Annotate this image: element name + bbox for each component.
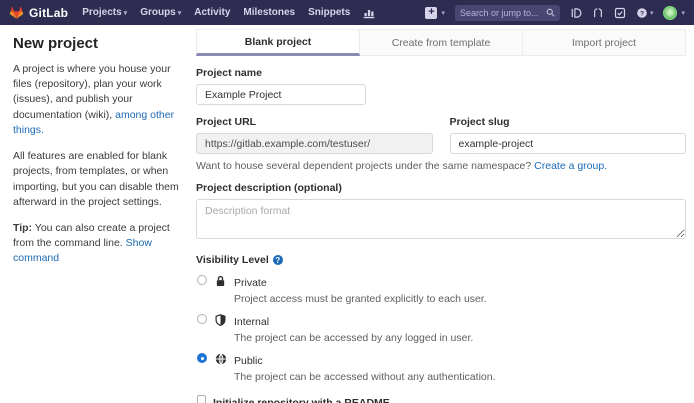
project-slug-label: Project slug bbox=[450, 116, 687, 128]
merge-request-icon[interactable] bbox=[592, 7, 604, 19]
new-menu-button[interactable]: +▾ bbox=[425, 7, 445, 19]
logo-text: GitLab bbox=[29, 6, 68, 20]
namespace-hint: Want to house several dependent projects… bbox=[196, 160, 686, 172]
chevron-down-icon: ▾ bbox=[124, 10, 128, 17]
main-panel: Blank project Create from template Impor… bbox=[196, 25, 686, 403]
lock-icon bbox=[215, 274, 227, 292]
visibility-option-internal[interactable]: Internal The project can be accessed by … bbox=[196, 312, 686, 344]
tab-create-from-template[interactable]: Create from template bbox=[360, 29, 523, 56]
readme-option[interactable]: Initialize repository with a README Allo… bbox=[196, 393, 686, 403]
visibility-option-name: Private bbox=[234, 277, 267, 289]
visibility-option-description: The project can be accessed by any logge… bbox=[234, 332, 473, 344]
page-title: New project bbox=[13, 35, 186, 52]
sidebar: New project A project is where you house… bbox=[0, 25, 196, 278]
gitlab-logo[interactable]: GitLab bbox=[9, 5, 68, 20]
chevron-down-icon: ▾ bbox=[681, 9, 685, 17]
project-name-label: Project name bbox=[196, 67, 686, 79]
project-description-textarea[interactable] bbox=[196, 199, 686, 239]
project-url-input[interactable] bbox=[196, 133, 433, 154]
search-input[interactable] bbox=[460, 8, 546, 18]
visibility-option-private[interactable]: Private Project access must be granted e… bbox=[196, 273, 686, 305]
radio-internal[interactable] bbox=[197, 314, 207, 324]
global-search[interactable] bbox=[455, 5, 560, 21]
issues-icon[interactable] bbox=[570, 7, 582, 19]
help-icon[interactable]: ? ▾ bbox=[636, 7, 654, 19]
description-block: Project description (optional) bbox=[196, 182, 686, 244]
new-project-form: Project name Project URL Project slug Wa… bbox=[196, 56, 686, 403]
create-a-group-link[interactable]: Create a group. bbox=[534, 160, 607, 172]
url-slug-row: Project URL Project slug bbox=[196, 116, 686, 154]
radio-public[interactable] bbox=[197, 353, 207, 363]
sidebar-paragraph-2: All features are enabled for blank proje… bbox=[13, 149, 186, 210]
visibility-help-icon[interactable]: ? bbox=[273, 255, 283, 265]
sidebar-tip: Tip: You can also create a project from … bbox=[13, 221, 186, 267]
tab-blank-project[interactable]: Blank project bbox=[196, 29, 360, 56]
radio-private[interactable] bbox=[197, 275, 207, 285]
project-slug-input[interactable] bbox=[450, 133, 687, 154]
top-navbar: GitLab Projects▾ Groups▾ Activity Milest… bbox=[0, 0, 694, 25]
project-description-label: Project description (optional) bbox=[196, 182, 686, 194]
visibility-option-public[interactable]: Public The project can be accessed witho… bbox=[196, 351, 686, 383]
chevron-down-icon: ▾ bbox=[650, 9, 654, 17]
page-content: New project A project is where you house… bbox=[0, 25, 694, 403]
nav-item-snippets[interactable]: Snippets bbox=[308, 7, 350, 18]
nav-item-activity[interactable]: Activity bbox=[194, 7, 230, 18]
sidebar-paragraph-1: A project is where you house your files … bbox=[13, 62, 186, 138]
visibility-level-label: Visibility Level ? bbox=[196, 254, 686, 266]
navbar-right: +▾ ? ▾ ▾ bbox=[425, 5, 685, 21]
chart-icon[interactable] bbox=[363, 7, 375, 19]
tab-bar: Blank project Create from template Impor… bbox=[196, 29, 686, 56]
chevron-down-icon: ▾ bbox=[178, 10, 182, 17]
nav-item-milestones[interactable]: Milestones bbox=[243, 7, 295, 18]
avatar bbox=[663, 6, 677, 20]
visibility-option-description: Project access must be granted explicitl… bbox=[234, 293, 487, 305]
project-name-input[interactable] bbox=[196, 84, 366, 105]
search-icon bbox=[546, 8, 555, 17]
svg-text:?: ? bbox=[640, 10, 644, 17]
tab-import-project[interactable]: Import project bbox=[523, 29, 686, 56]
todos-icon[interactable] bbox=[614, 7, 626, 19]
user-menu[interactable]: ▾ bbox=[663, 6, 685, 20]
readme-label: Initialize repository with a README bbox=[213, 397, 390, 403]
tanuki-icon bbox=[9, 5, 24, 20]
nav-item-groups[interactable]: Groups▾ bbox=[140, 7, 181, 18]
visibility-option-name: Internal bbox=[234, 316, 269, 328]
shield-icon bbox=[215, 313, 227, 331]
plus-icon: + bbox=[425, 7, 437, 19]
nav-item-projects[interactable]: Projects▾ bbox=[82, 7, 127, 18]
visibility-option-description: The project can be accessed without any … bbox=[234, 371, 496, 383]
visibility-option-name: Public bbox=[234, 355, 263, 367]
globe-icon bbox=[215, 352, 227, 370]
project-url-label: Project URL bbox=[196, 116, 433, 128]
readme-checkbox[interactable] bbox=[197, 395, 206, 403]
nav-links: Projects▾ Groups▾ Activity Milestones Sn… bbox=[82, 7, 375, 19]
chevron-down-icon: ▾ bbox=[441, 9, 445, 17]
